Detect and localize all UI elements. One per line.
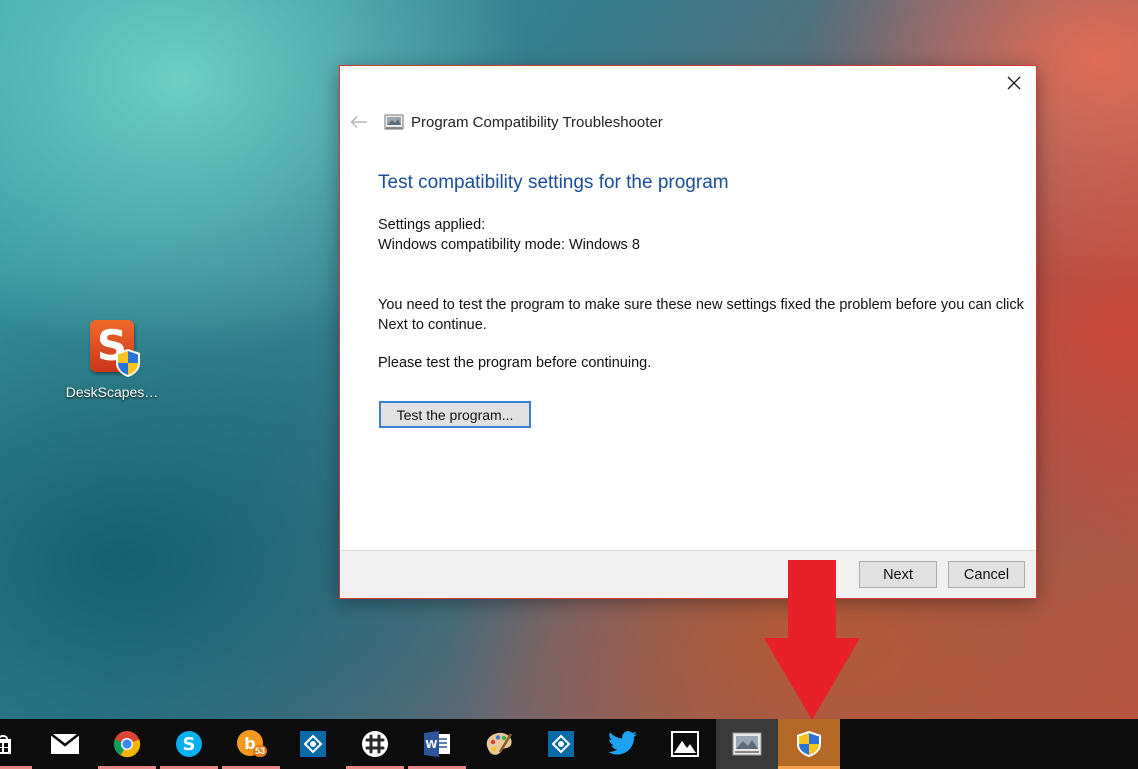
paint-icon xyxy=(486,732,513,755)
dialog-header: Program Compatibility Troubleshooter xyxy=(348,111,663,133)
troubleshooter-dialog: Program Compatibility Troubleshooter Tes… xyxy=(339,65,1037,599)
taskbar-item-skype[interactable]: S xyxy=(158,719,220,769)
taskbar-item-photos[interactable] xyxy=(654,719,716,769)
settings-applied: Settings applied: Windows compatibility … xyxy=(378,215,640,255)
taskbar-item-remote-desktop[interactable] xyxy=(282,719,344,769)
taskbar-item-paint[interactable] xyxy=(468,719,530,769)
settings-value: Windows compatibility mode: Windows 8 xyxy=(378,237,640,253)
close-button[interactable] xyxy=(992,66,1036,100)
store-icon xyxy=(0,735,11,754)
next-button[interactable]: Next xyxy=(859,561,937,588)
twitter-icon xyxy=(608,731,637,755)
desktop-icon-label: DeskScapes… xyxy=(65,384,159,400)
shield-icon xyxy=(797,731,821,757)
dialog-title: Program Compatibility Troubleshooter xyxy=(411,113,663,131)
instruction-text: You need to test the program to make sur… xyxy=(378,297,1024,333)
photos-icon xyxy=(671,731,699,757)
taskbar: S b 53 W xyxy=(0,719,1138,769)
slack-icon xyxy=(362,731,388,757)
settings-label: Settings applied: xyxy=(378,217,486,233)
troubleshooter-icon xyxy=(732,732,762,756)
taskbar-item-mail[interactable] xyxy=(34,719,96,769)
deskscapes-icon: S xyxy=(84,318,140,378)
remote-desktop-icon xyxy=(548,731,574,757)
chrome-icon xyxy=(113,731,141,758)
desktop-icon-deskscapes[interactable]: S DeskScapes… xyxy=(62,318,162,400)
taskbar-item-troubleshooter[interactable] xyxy=(716,719,778,769)
close-icon xyxy=(1007,76,1021,90)
taskbar-item-badge-app[interactable]: b 53 xyxy=(220,719,282,769)
red-arrow-annotation xyxy=(764,560,860,720)
page-heading: Test compatibility settings for the prog… xyxy=(378,172,729,193)
skype-icon: S xyxy=(176,731,202,757)
test-program-button[interactable]: Test the program... xyxy=(379,401,531,428)
svg-text:S: S xyxy=(183,734,196,755)
svg-text:W: W xyxy=(425,738,437,751)
taskbar-item-remote-desktop-2[interactable] xyxy=(530,719,592,769)
taskbar-item-chrome[interactable] xyxy=(96,719,158,769)
back-arrow-icon xyxy=(350,116,367,128)
taskbar-item-slack[interactable] xyxy=(344,719,406,769)
back-button[interactable] xyxy=(348,111,370,133)
troubleshooter-icon xyxy=(384,114,404,130)
please-test-text: Please test the program before continuin… xyxy=(378,355,652,371)
taskbar-item-word[interactable]: W xyxy=(406,719,468,769)
taskbar-item-uac-shield[interactable] xyxy=(778,719,840,769)
word-icon: W xyxy=(424,731,450,757)
dialog-footer: Next Cancel xyxy=(340,550,1036,598)
cancel-button[interactable]: Cancel xyxy=(948,561,1025,588)
mail-icon xyxy=(50,733,80,754)
notification-badge: 53 xyxy=(253,745,268,757)
taskbar-item-store[interactable] xyxy=(0,719,34,769)
remote-desktop-icon xyxy=(300,731,326,757)
taskbar-item-twitter[interactable] xyxy=(592,719,654,769)
